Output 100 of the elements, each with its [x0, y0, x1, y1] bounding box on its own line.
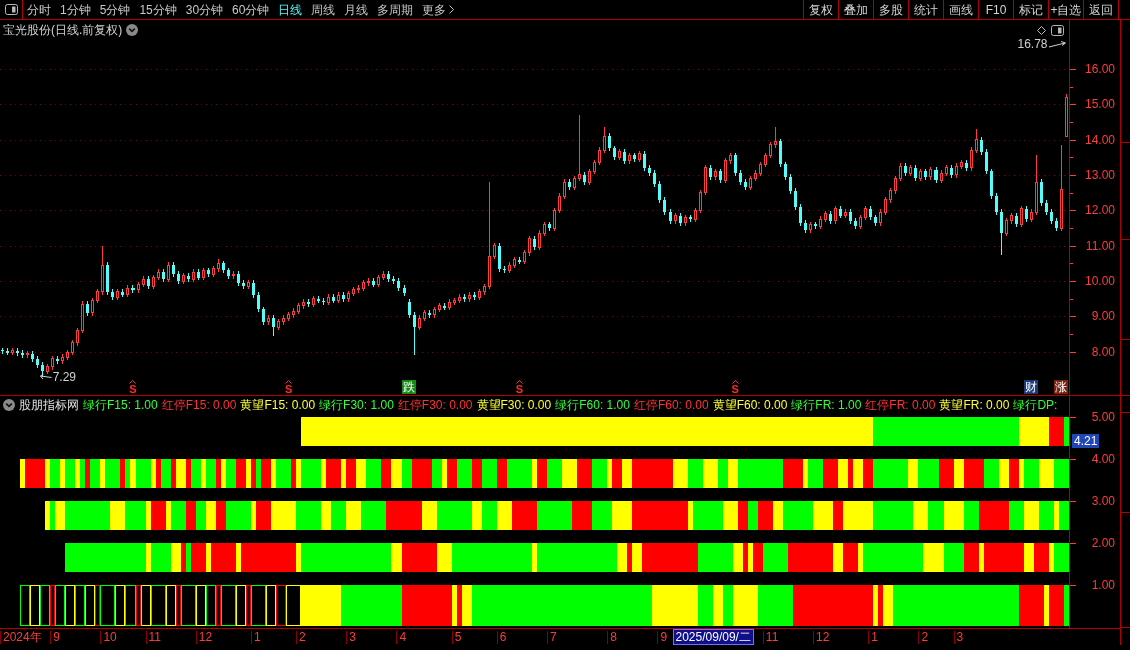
candlestick [658, 180, 662, 204]
candlestick [678, 212, 682, 227]
indicator-readout: 红停F30: 0.00 [397, 398, 473, 411]
price-axis-label: 12.00 [1084, 203, 1115, 218]
indicator-readout: 黄望F60: 0.00 [712, 398, 788, 411]
period-tab[interactable]: 周线 [311, 0, 336, 19]
candlestick [91, 297, 95, 317]
toolbar-button[interactable]: 多股 [873, 0, 908, 19]
date-axis-label: 6 [499, 630, 507, 644]
date-axis-label: 11 [765, 630, 779, 644]
event-tag[interactable]: 财 [1024, 380, 1039, 394]
date-axis-label: 2024年 [3, 630, 42, 644]
arrow-icon [1048, 40, 1067, 49]
indicator-readout: 绿行F15: 1.00 [83, 398, 158, 411]
indicator-readout: 绿行DP: [1013, 398, 1058, 411]
toolbar-button[interactable]: 统计 [908, 0, 943, 19]
candlestick [538, 230, 542, 251]
candlestick [1004, 217, 1008, 237]
indicator-readout: 绿行F30: 1.00 [319, 398, 394, 411]
indicator-axis-label: 1.00 [1091, 578, 1115, 593]
indicator-axis-label: 2.00 [1091, 536, 1115, 551]
diamond-icon[interactable] [1037, 26, 1046, 35]
event-tag[interactable]: 涨 [1054, 380, 1068, 394]
candlestick [999, 208, 1003, 256]
candlestick [412, 311, 416, 356]
period-tab[interactable]: 更多 [422, 0, 455, 19]
period-tab[interactable]: 日线 [278, 0, 303, 19]
panel-toggle-icon[interactable] [4, 4, 18, 15]
period-tab[interactable]: 月线 [344, 0, 369, 19]
chevron-down-icon[interactable] [126, 24, 139, 36]
candlestick [392, 275, 396, 285]
date-axis-label: 11 [148, 630, 161, 644]
toolbar-button[interactable]: 复权 [803, 0, 838, 19]
candlestick [598, 146, 602, 166]
toolbar-button[interactable]: 画线 [943, 0, 978, 19]
caret-up-icon [515, 380, 523, 384]
date-axis-label: 2 [921, 630, 929, 644]
candlestick [733, 152, 737, 177]
indicator-readout: 绿行F60: 1.00 [555, 398, 630, 411]
candlestick [603, 126, 607, 154]
toolbar-button[interactable]: 返回 [1083, 0, 1118, 19]
candlestick [834, 205, 838, 225]
caret-up-icon [129, 380, 137, 384]
candlestick [111, 288, 115, 301]
candlestick [984, 148, 988, 175]
candlestick [387, 270, 391, 283]
period-tab[interactable]: 多周期 [377, 0, 414, 19]
candlestick [372, 277, 376, 288]
signal-marker: S [129, 384, 137, 394]
candlestick [427, 309, 431, 319]
candlestick [949, 164, 953, 179]
candlestick [1019, 205, 1023, 228]
date-axis-label: 12 [198, 630, 213, 644]
toolbar-button[interactable]: 叠加 [838, 0, 873, 19]
date-axis-label: 10 [103, 630, 117, 644]
candlestick [161, 268, 165, 283]
indicator-axis-label: 4.00 [1091, 452, 1115, 467]
candlestick [783, 161, 787, 181]
candlestick [156, 268, 160, 281]
cursor-date-label: 2025/09/09/二 [672, 629, 754, 645]
candlestick [497, 242, 501, 273]
period-tab[interactable]: 分时 [27, 0, 51, 19]
candlestick [884, 196, 888, 216]
candlestick [397, 277, 401, 292]
candlestick [924, 168, 928, 181]
indicator-title: 股朋指标网 [19, 398, 79, 411]
price-axis-label: 9.00 [1091, 309, 1115, 324]
chevron-down-icon[interactable] [3, 398, 15, 411]
candlestick [793, 187, 797, 211]
candlestick [563, 178, 567, 200]
chevron-right-icon [449, 5, 455, 14]
candlestick [788, 173, 792, 195]
price-axis-label: 13.00 [1084, 167, 1115, 182]
candlestick [166, 261, 170, 283]
date-axis-label: 1 [871, 630, 878, 644]
candlestick [964, 159, 968, 172]
candlestick [121, 288, 125, 298]
panel-toggle-icon[interactable] [1051, 25, 1064, 36]
candlestick [141, 275, 145, 288]
candlestick [778, 138, 782, 168]
date-axis-label: 8 [610, 630, 617, 644]
indicator-readout: 红停F15: 0.00 [161, 398, 237, 411]
period-tab[interactable]: 5分钟 [99, 0, 131, 19]
period-tab[interactable]: 30分钟 [185, 0, 224, 19]
indicator-readout: 黄望F30: 0.00 [476, 398, 552, 411]
candlestick [974, 128, 978, 154]
date-axis-label: 4 [399, 630, 407, 644]
event-tag[interactable]: 跌 [402, 380, 416, 394]
toolbar-button[interactable]: +自选 [1048, 0, 1083, 19]
period-tab[interactable]: 60分钟 [232, 0, 270, 19]
candlestick [628, 152, 632, 165]
date-axis-label: 7 [550, 630, 557, 644]
toolbar-button[interactable]: F10 [978, 0, 1013, 19]
candlestick [527, 235, 531, 257]
candlestick [683, 214, 687, 227]
indicator-readout: 红停F60: 0.00 [633, 398, 709, 411]
candlestick [578, 114, 582, 182]
toolbar-button[interactable]: 标记 [1013, 0, 1048, 19]
period-tab[interactable]: 1分钟 [60, 0, 91, 19]
period-tab[interactable]: 15分钟 [139, 0, 177, 19]
